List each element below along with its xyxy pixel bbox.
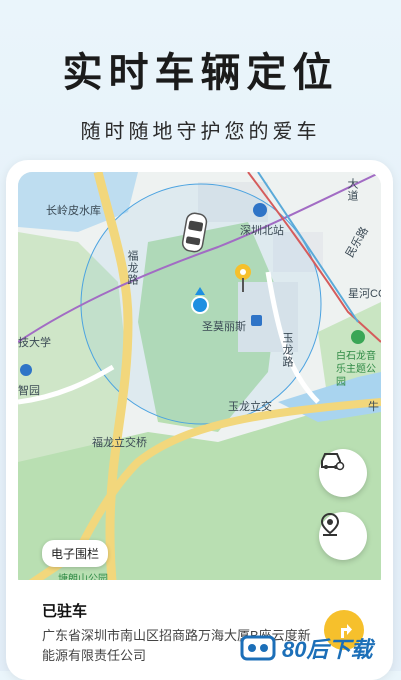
car-locate-button[interactable] bbox=[319, 449, 367, 497]
map-label-niu: 牛 bbox=[368, 401, 379, 413]
promo-subline: 随时随地守护您的爱车 bbox=[80, 121, 321, 143]
map-label-baishilong: 白石龙音乐主题公园 bbox=[336, 351, 376, 388]
watermark-text: 80后下载 bbox=[282, 637, 373, 662]
map-label-shengmo: 圣莫丽斯 bbox=[202, 321, 246, 333]
watermark: 80后下载 bbox=[240, 628, 400, 668]
map-label-xinghe: 星河CO bbox=[348, 288, 381, 300]
map-label-zhiyuan: 智园 bbox=[18, 385, 40, 397]
location-pin-button[interactable] bbox=[319, 512, 367, 560]
parking-status: 已驻车 bbox=[42, 603, 88, 620]
map-label-avenue: 大道 bbox=[346, 178, 358, 202]
location-pin-icon bbox=[320, 512, 340, 536]
map-label-fulong-interchange: 福龙立交桥 bbox=[92, 437, 147, 449]
watermark-logo-icon bbox=[240, 635, 276, 661]
map-view[interactable]: 长岭皮水库 深圳北站 大道 民乐路 星河CO 福龙路 技大学 圣莫丽斯 玉龙路 … bbox=[18, 172, 381, 592]
promo-headline: 实时车辆定位 bbox=[62, 51, 339, 95]
map-label-yulong-interchange: 玉龙立交 bbox=[228, 401, 272, 413]
car-icon bbox=[321, 453, 345, 471]
map-label-shenzhen-north: 深圳北站 bbox=[240, 225, 284, 237]
phone-frame: 长岭皮水库 深圳北站 大道 民乐路 星河CO 福龙路 技大学 圣莫丽斯 玉龙路 … bbox=[6, 160, 393, 680]
map-label-university: 技大学 bbox=[18, 337, 51, 349]
map-label-yulong-road: 玉龙路 bbox=[281, 332, 293, 368]
map-label-changling: 长岭皮水库 bbox=[46, 205, 101, 217]
map-label-fulong-road: 福龙路 bbox=[126, 250, 138, 286]
geofence-button[interactable]: 电子围栏 bbox=[42, 540, 109, 567]
